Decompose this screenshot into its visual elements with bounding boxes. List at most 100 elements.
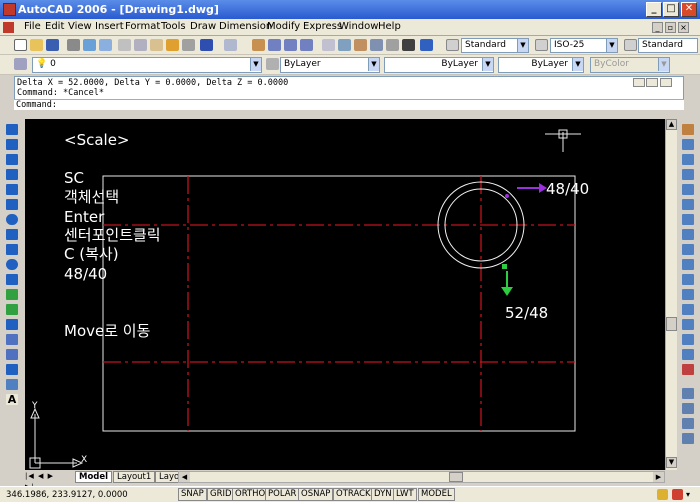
drawing-canvas[interactable]: <Scale> SC 객체선택 Enter 센터포인트클릭 C (복사) 48/… [25,119,665,470]
pan-icon[interactable] [252,39,265,51]
arc-icon[interactable] [6,199,18,210]
chamfer-icon[interactable] [682,334,694,345]
extend-icon[interactable] [682,274,694,285]
scroll-right-arrow-icon[interactable]: ▶ [653,472,664,482]
multiline-text-icon[interactable]: A [6,394,18,405]
menu-tools[interactable]: Tools [161,21,186,32]
cmd-scroll-up-button[interactable] [633,78,645,87]
join-icon[interactable] [682,319,694,330]
tab-navigation-arrows-icon[interactable]: |◀ ◀ ▶ ▶| [25,471,59,491]
otrack-toggle[interactable]: OTRACK [333,488,374,501]
table-style-select[interactable]: Standard [638,38,698,53]
polar-toggle[interactable]: POLAR [265,488,300,501]
status-menu-arrow-icon[interactable]: ▾ [686,490,694,500]
redo-icon[interactable] [224,39,237,51]
vertical-scrollbar[interactable]: ▲ ▼ [665,119,677,470]
new-icon[interactable] [14,39,27,51]
hatch-icon[interactable] [6,334,18,345]
copy-object-icon[interactable] [682,139,694,150]
properties-icon[interactable] [322,39,335,51]
scroll-down-arrow-icon[interactable]: ▼ [666,457,677,468]
ellipse-icon[interactable] [6,259,18,270]
fillet-icon[interactable] [682,349,694,360]
doc-restore-button[interactable]: ▫ [665,22,676,33]
trim-icon[interactable] [682,259,694,270]
doc-minimize-button[interactable]: _ [652,22,663,33]
rotate-icon[interactable] [682,214,694,225]
paste-icon[interactable] [150,39,163,51]
menu-dimension[interactable]: Dimension [219,21,272,32]
stretch-icon[interactable] [682,244,694,255]
zoom-previous-icon[interactable] [300,39,313,51]
sheetset-icon[interactable] [370,39,383,51]
zoom-window-icon[interactable] [284,39,297,51]
linetype-select[interactable]: ByLayer ▼ [384,57,494,73]
command-prompt[interactable]: Command: [14,99,684,110]
circle-icon[interactable] [6,214,18,225]
cut-icon[interactable] [118,39,131,51]
ellipse-arc-icon[interactable] [6,274,18,285]
lineweight-select[interactable]: ByLayer ▼ [498,57,584,73]
array-icon[interactable] [682,184,694,195]
mirror-icon[interactable] [682,154,694,165]
scale-icon[interactable] [682,229,694,240]
spline-icon[interactable] [6,244,18,255]
layer-select[interactable]: 💡 0 ▼ [32,57,262,73]
toolpalettes-icon[interactable] [354,39,367,51]
publish-icon[interactable] [99,39,112,51]
snap-toggle[interactable]: SNAP [178,488,207,501]
designcenter-icon[interactable] [338,39,351,51]
communication-center-icon[interactable] [657,489,668,500]
region-icon[interactable] [6,364,18,375]
menu-help[interactable]: Help [378,21,401,32]
plot-icon[interactable] [67,39,80,51]
menu-express[interactable]: Express [303,21,342,32]
markup-icon[interactable] [386,39,399,51]
copy-icon[interactable] [134,39,147,51]
scroll-thumb[interactable] [666,317,677,331]
break-icon[interactable] [682,304,694,315]
menu-edit[interactable]: Edit [45,21,64,32]
osnap-toggle[interactable]: OSNAP [298,488,334,501]
polyline-icon[interactable] [6,154,18,165]
menu-modify[interactable]: Modify [267,21,300,32]
tab-layout1[interactable]: Layout1 [113,471,156,483]
lwt-toggle[interactable]: LWT [393,488,417,501]
explode-icon[interactable] [682,364,694,375]
draworder-above-icon[interactable] [682,418,694,429]
draworder-under-icon[interactable] [682,433,694,444]
doc-close-button[interactable]: × [678,22,689,33]
cmd-scroll-page-button[interactable] [646,78,658,87]
matchprop-icon[interactable] [166,39,179,51]
polygon-icon[interactable] [6,169,18,180]
help-icon[interactable] [420,39,433,51]
menu-draw[interactable]: Draw [190,21,216,32]
draworder-front-icon[interactable] [682,388,694,399]
block-editor-icon[interactable] [182,39,195,51]
scroll-thumb[interactable] [449,472,463,482]
layer-manager-icon[interactable] [14,58,27,70]
rectangle-icon[interactable] [6,184,18,195]
break-at-point-icon[interactable] [682,289,694,300]
minimize-button[interactable]: _ [646,2,662,17]
model-toggle[interactable]: MODEL [418,488,455,501]
ortho-toggle[interactable]: ORTHO [232,488,269,501]
color-select[interactable]: ByLayer ▼ [280,57,380,73]
draworder-back-icon[interactable] [682,403,694,414]
close-button[interactable]: ✕ [681,2,697,17]
table-icon[interactable] [6,379,18,390]
menu-view[interactable]: View [68,21,92,32]
maximize-button[interactable]: □ [663,2,679,17]
tab-model[interactable]: Model [75,471,113,483]
cmd-scroll-down-button[interactable] [660,78,672,87]
calculator-icon[interactable] [402,39,415,51]
lock-icon[interactable] [672,489,683,500]
erase-icon[interactable] [682,124,694,135]
zoom-realtime-icon[interactable] [268,39,281,51]
move-icon[interactable] [682,199,694,210]
gradient-icon[interactable] [6,349,18,360]
construction-line-icon[interactable] [6,139,18,150]
horizontal-scrollbar[interactable]: ◀ ▶ [178,471,665,483]
save-icon[interactable] [46,39,59,51]
dim-style-select[interactable]: ISO-25 ▼ [550,38,618,53]
